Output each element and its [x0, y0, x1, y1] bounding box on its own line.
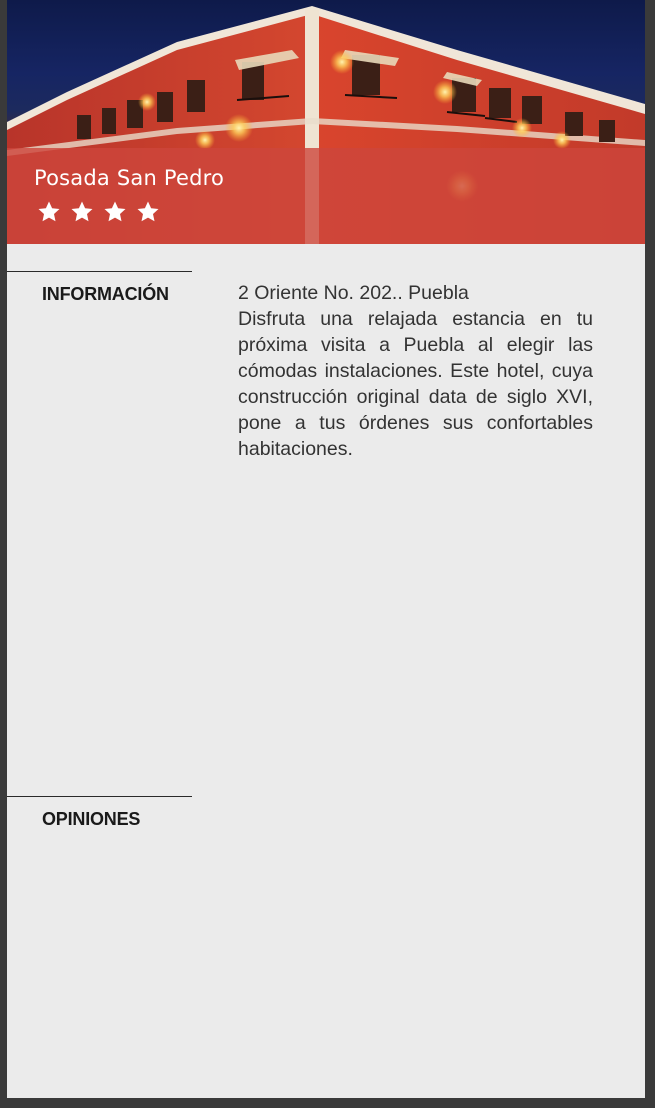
- tab-opiniones[interactable]: OPINIONES: [7, 797, 192, 830]
- star-icon: [137, 201, 159, 222]
- info-section-tab[interactable]: INFORMACIÓN: [7, 271, 192, 305]
- hotel-address: 2 Oriente No. 202.. Puebla: [238, 282, 469, 304]
- hotel-card: Posada San Pedro INFORMACIÓN OPINIONES 2…: [7, 0, 645, 1098]
- star-icon: [38, 201, 60, 222]
- hotel-name: Posada San Pedro: [34, 166, 225, 190]
- hotel-description: Disfruta una relajada estancia en tu pró…: [238, 308, 593, 460]
- star-rating: [37, 200, 160, 224]
- hotel-info: 2 Oriente No. 202.. Puebla Disfruta una …: [238, 280, 593, 462]
- opinions-section-tab[interactable]: OPINIONES: [7, 796, 192, 830]
- star-icon: [104, 201, 126, 222]
- hotel-title-banner: [7, 148, 645, 244]
- star-icon: [71, 201, 93, 222]
- tab-informacion[interactable]: INFORMACIÓN: [7, 272, 192, 305]
